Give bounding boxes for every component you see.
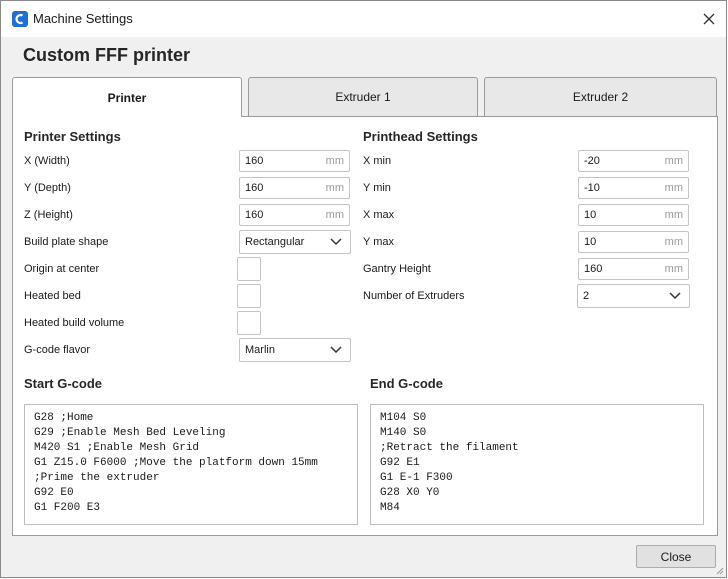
x-width-unit: mm <box>325 155 344 167</box>
end-gcode-line: M140 S0 <box>380 427 427 439</box>
chevron-down-icon <box>669 292 681 300</box>
end-gcode-line: G28 X0 Y0 <box>380 487 440 499</box>
gantry-height-input[interactable]: 160 mm <box>578 258 689 280</box>
window-title: Machine Settings <box>33 11 133 26</box>
heated-build-volume-checkbox[interactable] <box>237 311 261 335</box>
start-gcode-title: Start G-code <box>24 376 103 391</box>
origin-at-center-checkbox[interactable] <box>237 257 261 281</box>
tab-printer-label: Printer <box>107 90 147 105</box>
tab-printer[interactable]: Printer <box>12 77 242 117</box>
x-min-value: -20 <box>584 155 600 167</box>
number-of-extruders-value: 2 <box>583 290 590 302</box>
printhead-settings-title: Printhead Settings <box>363 129 478 144</box>
x-width-label: X (Width) <box>24 155 70 167</box>
build-plate-shape-label: Build plate shape <box>24 236 109 248</box>
y-min-value: -10 <box>584 182 600 194</box>
start-gcode-line: ;Prime the extruder <box>34 472 160 484</box>
close-button-label: Close <box>660 549 692 564</box>
z-height-unit: mm <box>325 209 344 221</box>
close-window-icon[interactable] <box>692 1 726 37</box>
origin-at-center-label: Origin at center <box>24 263 100 275</box>
gantry-height-value: 160 <box>584 263 603 275</box>
start-gcode-line: G1 F200 E3 <box>34 502 101 514</box>
y-depth-input[interactable]: 160 mm <box>239 177 350 199</box>
end-gcode-line: ;Retract the filament <box>380 442 519 454</box>
title-bar: Machine Settings <box>1 1 726 37</box>
y-max-label: Y max <box>363 236 394 248</box>
close-button[interactable]: Close <box>636 545 716 568</box>
printer-name-heading: Custom FFF printer <box>23 45 190 65</box>
tab-extruder-1[interactable]: Extruder 1 <box>248 77 478 116</box>
end-gcode-line: M84 <box>380 502 400 514</box>
end-gcode-title: End G-code <box>370 376 443 391</box>
end-gcode-editor[interactable]: M104 S0 M140 S0 ;Retract the filament G9… <box>370 404 704 525</box>
tab-extruder-2[interactable]: Extruder 2 <box>484 77 717 116</box>
x-min-label: X min <box>363 155 392 167</box>
y-max-unit: mm <box>664 236 683 248</box>
gcode-flavor-select[interactable]: Marlin <box>239 338 351 362</box>
heated-bed-checkbox[interactable] <box>237 284 261 308</box>
start-gcode-line: G92 E0 <box>34 487 74 499</box>
x-min-unit: mm <box>664 155 683 167</box>
x-width-value: 160 <box>245 155 264 167</box>
chevron-down-icon <box>330 346 342 354</box>
build-plate-shape-select[interactable]: Rectangular <box>239 230 351 254</box>
end-gcode-line: G92 E1 <box>380 457 420 469</box>
gcode-flavor-value: Marlin <box>245 344 275 356</box>
gantry-height-unit: mm <box>664 263 683 275</box>
start-gcode-line: M420 S1 ;Enable Mesh Grid <box>34 442 200 454</box>
heated-build-volume-label: Heated build volume <box>24 317 125 329</box>
resize-grip-icon[interactable] <box>714 565 724 575</box>
gcode-flavor-label: G-code flavor <box>24 344 91 356</box>
tab-extruder-2-label: Extruder 2 <box>572 90 629 104</box>
y-min-input[interactable]: -10 mm <box>578 177 689 199</box>
chevron-down-icon <box>330 238 342 246</box>
gantry-height-label: Gantry Height <box>363 263 431 275</box>
start-gcode-line: G29 ;Enable Mesh Bed Leveling <box>34 427 226 439</box>
number-of-extruders-select[interactable]: 2 <box>577 284 690 308</box>
x-max-unit: mm <box>664 209 683 221</box>
printer-settings-title: Printer Settings <box>24 129 121 144</box>
y-min-unit: mm <box>664 182 683 194</box>
end-gcode-line: M104 S0 <box>380 412 427 424</box>
y-depth-value: 160 <box>245 182 264 194</box>
cura-app-icon <box>12 11 28 27</box>
start-gcode-line: G28 ;Home <box>34 412 94 424</box>
y-max-value: 10 <box>584 236 597 248</box>
machine-settings-dialog: Machine Settings Custom FFF printer Prin… <box>0 0 727 578</box>
tab-extruder-1-label: Extruder 1 <box>335 90 391 104</box>
x-min-input[interactable]: -20 mm <box>578 150 689 172</box>
printer-tab-panel: Printer Settings X (Width) 160 mm Y (Dep… <box>12 116 718 536</box>
y-depth-unit: mm <box>325 182 344 194</box>
y-min-label: Y min <box>363 182 391 194</box>
heated-bed-label: Heated bed <box>24 290 81 302</box>
start-gcode-editor[interactable]: G28 ;Home G29 ;Enable Mesh Bed Leveling … <box>24 404 358 525</box>
x-width-input[interactable]: 160 mm <box>239 150 350 172</box>
y-max-input[interactable]: 10 mm <box>578 231 689 253</box>
z-height-label: Z (Height) <box>24 209 73 221</box>
start-gcode-line: G1 Z15.0 F6000 ;Move the platform down 1… <box>34 457 318 469</box>
z-height-value: 160 <box>245 209 264 221</box>
x-max-label: X max <box>363 209 395 221</box>
end-gcode-line: G1 E-1 F300 <box>380 472 453 484</box>
x-max-input[interactable]: 10 mm <box>578 204 689 226</box>
number-of-extruders-label: Number of Extruders <box>363 290 465 302</box>
y-depth-label: Y (Depth) <box>24 182 71 194</box>
z-height-input[interactable]: 160 mm <box>239 204 350 226</box>
build-plate-shape-value: Rectangular <box>245 236 305 248</box>
x-max-value: 10 <box>584 209 597 221</box>
